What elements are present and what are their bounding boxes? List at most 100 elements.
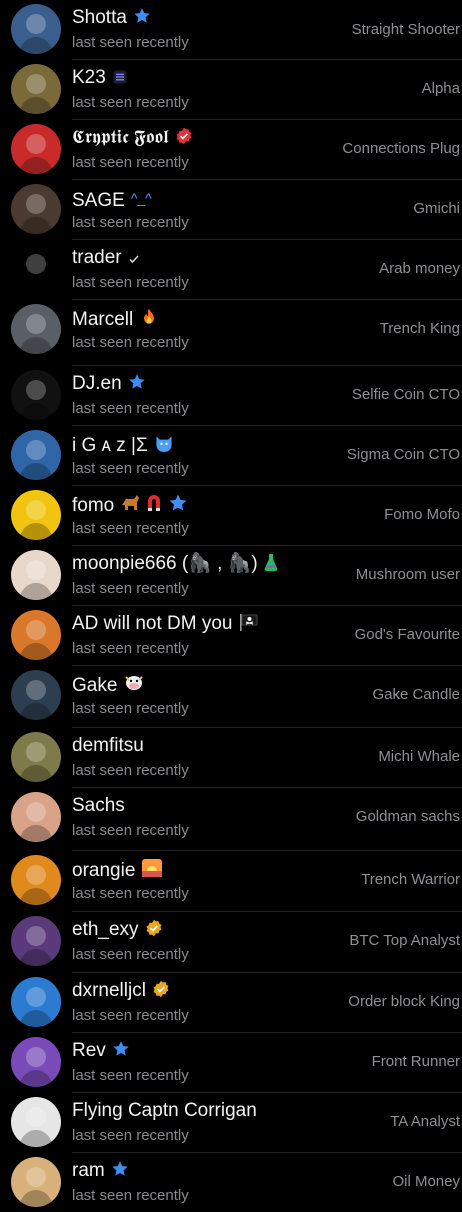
member-row[interactable]: Marcell last seen recently Trench King [0,300,462,359]
member-list: Shotta last seen recently Straight Shooter… [0,0,462,1207]
avatar[interactable] [11,1097,61,1147]
last-seen-status: last seen recently [72,700,189,717]
member-row[interactable]: trader last seen recently Arab money [0,240,462,299]
avatar[interactable] [11,490,61,540]
avatar[interactable] [11,792,61,842]
member-name: fomo [72,493,194,519]
verified-gold-icon [152,980,170,1004]
member-row[interactable]: 𝕮𝖗𝖞𝖕𝖙𝖎𝖈 𝕱𝖔𝖔𝖑 last seen recently Connection… [0,120,462,179]
member-row[interactable]: ram last seen recently Oil Money [0,1153,462,1212]
flask-emoji-icon [264,553,278,577]
member-name: Gake [72,673,145,699]
member-row[interactable]: fomo last seen recently Fomo Mofo [0,486,462,545]
member-name: orangie [72,858,163,884]
avatar[interactable] [11,4,61,54]
member-name-text: fomo [72,495,115,516]
member-name: K23 [72,67,128,91]
member-name: dxrnelljcl [72,980,170,1004]
avatar[interactable] [11,610,61,660]
avatar[interactable] [11,370,61,420]
avatar[interactable] [11,855,61,905]
member-name-text: Shotta [72,7,127,28]
member-row[interactable]: K23 last seen recently Alpha [0,60,462,119]
star-icon [111,1160,129,1184]
member-name: ram [72,1160,129,1184]
member-row[interactable]: DJ.en last seen recently Selfie Coin CTO [0,366,462,425]
member-row[interactable]: AD will not DM you last seen recently God'… [0,606,462,665]
member-role-tag: Selfie Coin CTO [351,386,460,403]
avatar[interactable] [11,124,61,174]
member-name-text: K23 [72,67,106,88]
star-icon [112,1040,130,1064]
last-seen-status: last seen recently [72,274,189,291]
member-role-tag: Mushroom user [355,566,460,583]
star-icon [128,373,146,397]
avatar[interactable] [11,550,61,600]
member-name: moonpie666 (🦍 , 🦍) [72,553,278,577]
member-role-tag: Front Runner [371,1053,460,1070]
member-name-text: Sachs [72,795,125,816]
avatar[interactable] [11,430,61,480]
last-seen-status: last seen recently [72,640,189,657]
sunrise-emoji-icon [141,858,163,884]
member-name: DJ.en [72,373,146,397]
fire-emoji-icon [139,307,159,333]
avatar[interactable] [11,304,61,354]
verified-gold-icon [145,919,163,943]
member-row[interactable]: Flying Captn Corrigan last seen recently T… [0,1093,462,1152]
member-name-text: dxrnelljcl [72,980,146,1001]
last-seen-status: last seen recently [72,154,189,171]
member-row[interactable]: demfitsu last seen recently Michi Whale [0,728,462,787]
member-role-tag: Oil Money [392,1173,460,1190]
member-row[interactable]: SAGE ^_^ last seen recently Gmichi [0,180,462,239]
avatar[interactable] [11,184,61,234]
member-name: Rev [72,1040,130,1064]
member-row[interactable]: Gake last seen recently Gake Candle [0,666,462,725]
member-role-tag: Straight Shooter [351,21,460,38]
cow-emoji-icon [123,673,145,699]
member-name-text: Rev [72,1040,106,1061]
avatar[interactable] [11,670,61,720]
member-name-text: moonpie666 (🦍 , 🦍) [72,553,258,574]
last-seen-status: last seen recently [72,94,189,111]
member-name-text: Marcell [72,309,134,330]
member-row[interactable]: eth_exy last seen recently BTC Top Analyst [0,912,462,971]
member-row[interactable]: orangie last seen recently Trench Warrior [0,851,462,910]
last-seen-status: last seen recently [72,822,189,839]
member-name: eth_exy [72,919,163,943]
member-name-text: AD will not DM you [72,613,233,634]
member-role-tag: Alpha [421,80,460,97]
last-seen-status: last seen recently [72,762,189,779]
avatar[interactable] [11,64,61,114]
member-role-tag: Gmichi [413,200,460,217]
member-name-text: orangie [72,860,136,881]
member-row[interactable]: Shotta last seen recently Straight Shooter [0,0,462,59]
avatar[interactable] [11,732,61,782]
member-name: i G ᴀ z |Σ [72,433,174,459]
member-role-tag: Michi Whale [378,748,460,765]
last-seen-status: last seen recently [72,214,189,231]
avatar[interactable] [11,244,61,294]
member-role-tag: Goldman sachs [355,808,460,825]
member-row[interactable]: Rev last seen recently Front Runner [0,1033,462,1092]
last-seen-status: last seen recently [72,1007,189,1024]
last-seen-status: last seen recently [72,1187,189,1204]
last-seen-status: last seen recently [72,1067,189,1084]
member-name: demfitsu [72,735,144,757]
member-name-text: SAGE [72,190,125,211]
member-name-text: Gake [72,675,118,696]
member-role-tag: Trench Warrior [361,871,460,888]
member-name: Marcell [72,307,159,333]
avatar[interactable] [11,1037,61,1087]
member-row[interactable]: Sachs last seen recently Goldman sachs [0,788,462,847]
member-row[interactable]: moonpie666 (🦍 , 🦍) last seen recently Mush… [0,546,462,605]
member-row[interactable]: i G ᴀ z |Σ last seen recently Sigma Coin C… [0,426,462,485]
avatar[interactable] [11,916,61,966]
member-name: 𝕮𝖗𝖞𝖕𝖙𝖎𝖈 𝕱𝖔𝖔𝖑 [72,127,193,151]
avatar[interactable] [11,977,61,1027]
member-row[interactable]: dxrnelljcl last seen recently Order block … [0,973,462,1032]
member-name: Shotta [72,7,151,31]
last-seen-status: last seen recently [72,520,189,537]
pirate-flag-icon [239,613,259,637]
member-name: trader [72,247,140,271]
